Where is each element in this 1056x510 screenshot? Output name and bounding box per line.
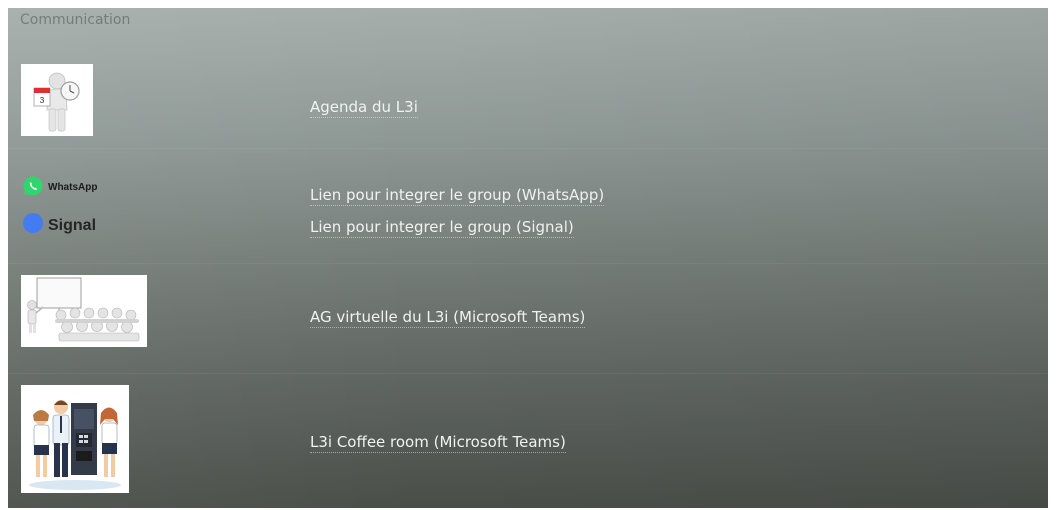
ag-teams-link[interactable]: AG virtuelle du L3i (Microsoft Teams) [310,308,586,328]
whatsapp-logo: WhatsApp [22,175,97,200]
signal-group-link[interactable]: Lien pour integrer le group (Signal) [310,218,574,238]
signal-logo: Signal [22,212,96,239]
agenda-image: 3 [21,64,93,136]
row-ag: AG virtuelle du L3i (Microsoft Teams) [8,263,1048,374]
coffee-room-teams-link[interactable]: L3i Coffee room (Microsoft Teams) [310,433,566,453]
row-groups: WhatsApp Signal Lien pour integrer le gr… [8,148,1048,264]
whatsapp-group-link[interactable]: Lien pour integrer le group (WhatsApp) [310,186,605,206]
signal-logo-text: Signal [48,216,97,234]
svg-text:3: 3 [40,96,45,105]
agenda-link[interactable]: Agenda du L3i [310,98,418,118]
row-agenda: 3 Agenda du L3i [8,48,1048,149]
communication-panel: Communication 3 Agenda du L3i WhatsApp S… [8,8,1048,508]
row-coffee: L3i Coffee room (Microsoft Teams) [8,373,1048,508]
ag-presentation-image [21,275,147,347]
whatsapp-logo-text: WhatsApp [48,182,98,193]
whatsapp-logo-icon [22,175,44,200]
coffee-room-image [21,385,129,493]
section-title: Communication [20,12,131,28]
signal-logo-icon [22,212,44,239]
